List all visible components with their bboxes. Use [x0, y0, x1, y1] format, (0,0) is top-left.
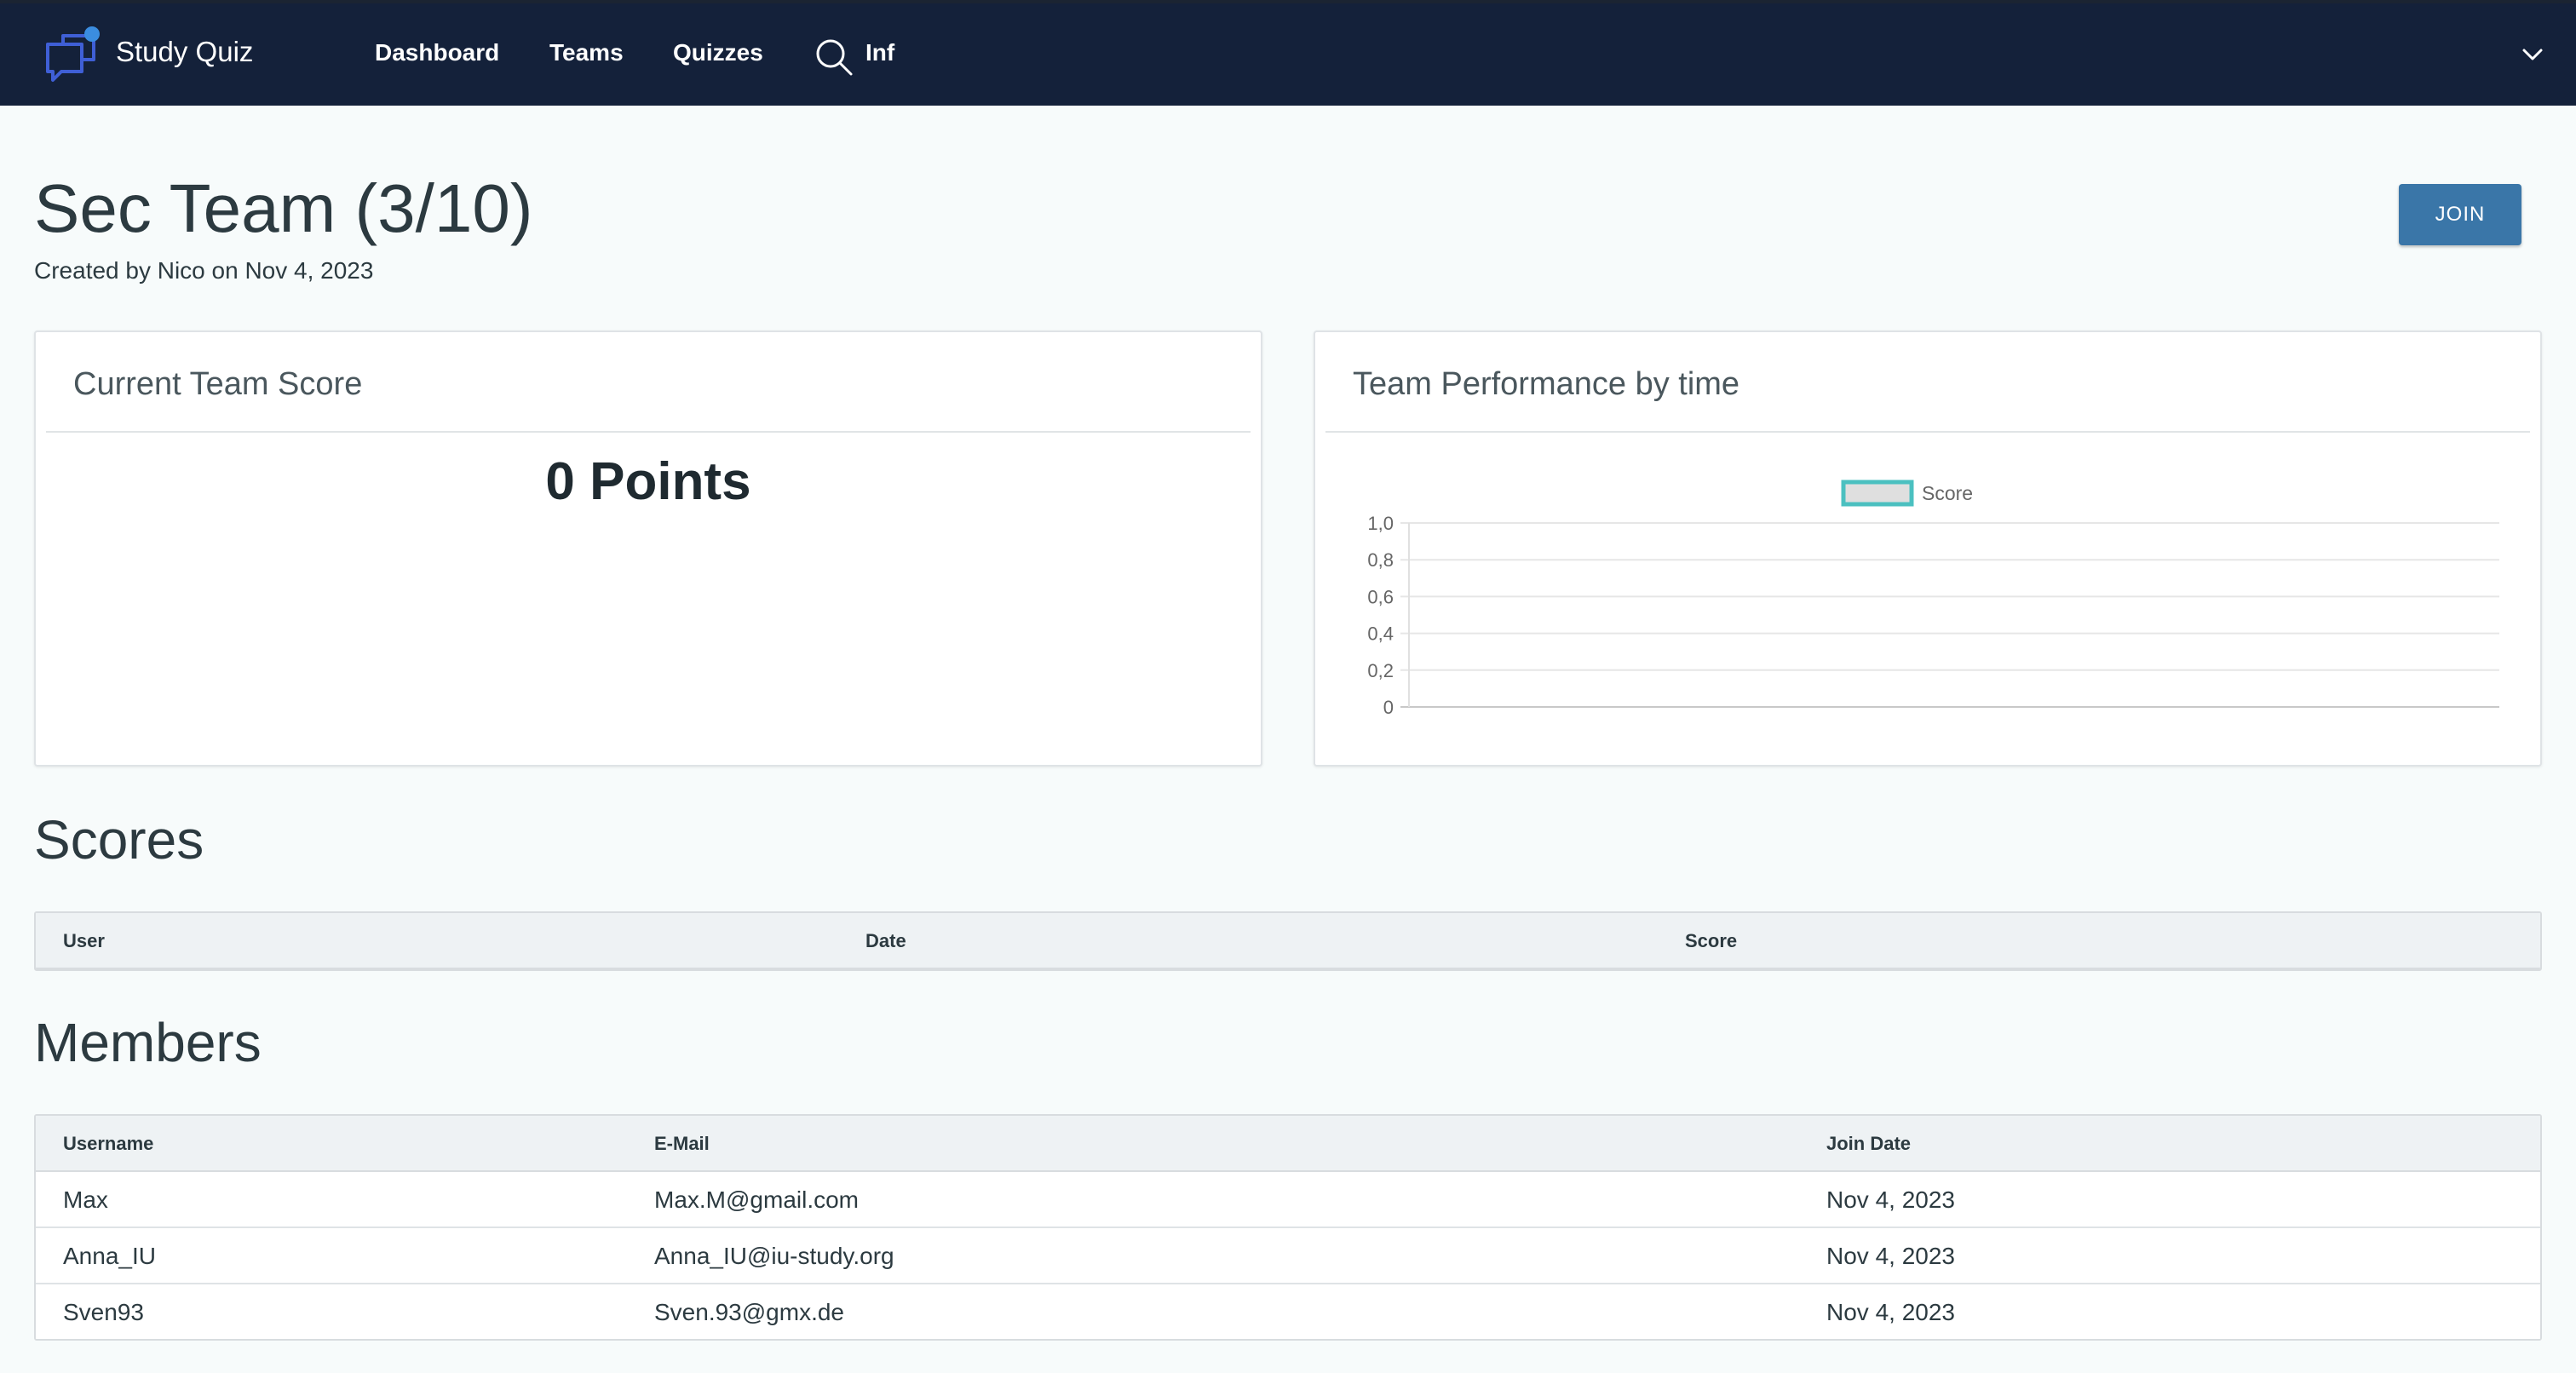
column-header-username[interactable]: Username [63, 1133, 153, 1155]
table-header: Username E-Mail Join Date [36, 1116, 2540, 1172]
y-tick-label: 1,0 [1367, 513, 1394, 534]
search-icon[interactable] [814, 37, 854, 77]
divider [46, 431, 1251, 433]
column-header-join-date[interactable]: Join Date [1826, 1133, 1911, 1155]
y-tick-label: 0 [1383, 697, 1394, 718]
member-join-date: Nov 4, 2023 [1826, 1299, 1955, 1325]
column-header-score[interactable]: Score [1685, 930, 1737, 952]
member-email: Sven.93@gmx.de [654, 1299, 844, 1325]
team-points: 0 Points [545, 452, 751, 511]
search-input[interactable] [865, 36, 1036, 70]
page-title: Sec Team (3/10) [34, 170, 533, 246]
card-title: Current Team Score [73, 366, 363, 402]
table-row[interactable]: Max Max.M@gmail.com Nov 4, 2023 [36, 1172, 2540, 1228]
nav-link-teams[interactable]: Teams [549, 39, 624, 66]
y-tick-label: 0,8 [1367, 549, 1394, 571]
members-heading: Members [34, 1012, 262, 1073]
members-table: Username E-Mail Join Date Max Max.M@gmai… [34, 1114, 2542, 1341]
member-email: Anna_IU@iu-study.org [654, 1243, 894, 1269]
current-score-card: Current Team Score 0 Points [34, 330, 1262, 767]
member-join-date: Nov 4, 2023 [1826, 1186, 1955, 1213]
legend-label-score: Score [1922, 482, 1973, 504]
legend-swatch-score [1841, 480, 1914, 507]
scores-heading: Scores [34, 809, 204, 870]
table-row[interactable]: Anna_IU Anna_IU@iu-study.org Nov 4, 2023 [36, 1228, 2540, 1284]
scores-table: User Date Score [34, 911, 2542, 971]
member-email: Max.M@gmail.com [654, 1186, 860, 1213]
member-username: Sven93 [63, 1299, 144, 1325]
table-header: User Date Score [36, 913, 2540, 969]
brand-name[interactable]: Study Quiz [116, 36, 253, 68]
column-header-user[interactable]: User [63, 930, 105, 952]
table-row[interactable]: Sven93 Sven.93@gmx.de Nov 4, 2023 [36, 1284, 2540, 1339]
y-tick-label: 0,2 [1367, 660, 1394, 681]
join-button[interactable]: JOIN [2399, 184, 2521, 245]
member-join-date: Nov 4, 2023 [1826, 1243, 1955, 1269]
navbar: Study Quiz Dashboard Teams Quizzes [0, 3, 2576, 106]
performance-chart: 1,0 0,8 0,6 0,4 0,2 0 Score [1367, 480, 2499, 718]
member-username: Max [63, 1186, 108, 1213]
member-username: Anna_IU [63, 1243, 156, 1269]
team-created-info: Created by Nico on Nov 4, 2023 [34, 257, 374, 284]
performance-card: Team Performance by time 1,0 0,8 0,6 0,4 0,2… [1314, 330, 2542, 767]
chevron-down-icon[interactable] [2521, 46, 2544, 63]
column-header-email[interactable]: E-Mail [654, 1133, 710, 1155]
chat-logo-icon[interactable] [43, 26, 104, 83]
y-tick-label: 0,4 [1367, 623, 1394, 645]
column-header-date[interactable]: Date [865, 930, 906, 952]
y-tick-label: 0,6 [1367, 586, 1394, 607]
nav-link-quizzes[interactable]: Quizzes [673, 39, 763, 66]
nav-link-dashboard[interactable]: Dashboard [375, 39, 499, 66]
